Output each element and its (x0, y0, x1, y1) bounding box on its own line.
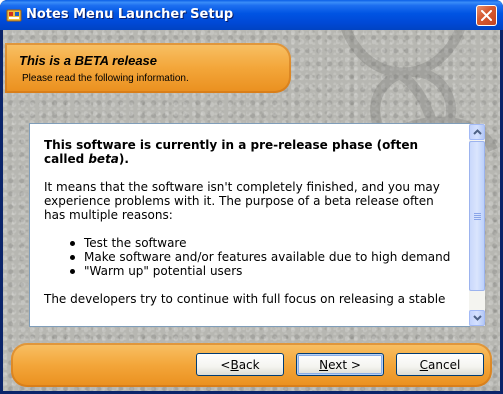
close-button[interactable] (476, 5, 497, 26)
scroll-thumb[interactable] (469, 141, 485, 291)
chevron-down-icon (473, 315, 482, 321)
scroll-up-button[interactable] (469, 124, 485, 140)
vertical-scrollbar[interactable] (469, 124, 485, 326)
window-title: Notes Menu Launcher Setup (26, 7, 234, 22)
next-button[interactable]: Next > (296, 353, 384, 376)
header-title: This is a BETA release (19, 53, 158, 68)
header-subtitle: Please read the following information. (22, 73, 189, 84)
header-panel: This is a BETA release Please read the f… (5, 43, 291, 93)
setup-window: Notes Menu Launcher Setup This is a BETA… (0, 0, 503, 394)
info-text: This software is currently in a pre-rele… (44, 138, 456, 306)
cancel-button[interactable]: Cancel (396, 353, 484, 376)
title-bar[interactable]: Notes Menu Launcher Setup (0, 0, 503, 30)
chevron-up-icon (473, 129, 482, 135)
reasons-list: Test the software Make software and/or f… (70, 236, 456, 278)
wizard-client-area: This is a BETA release Please read the f… (3, 30, 500, 391)
intro-paragraph: This software is currently in a pre-rele… (44, 138, 419, 166)
close-icon (481, 10, 492, 21)
list-item: Test the software (70, 236, 456, 250)
partial-paragraph: The developers try to continue with full… (44, 292, 446, 306)
list-item: "Warm up" potential users (70, 264, 456, 278)
installer-icon (6, 7, 22, 23)
info-text-box[interactable]: This software is currently in a pre-rele… (29, 123, 470, 327)
scroll-down-button[interactable] (469, 310, 485, 326)
back-button[interactable]: < Back (196, 353, 284, 376)
reason-paragraph: It means that the software isn't complet… (44, 180, 440, 222)
list-item: Make software and/or features available … (70, 250, 456, 264)
